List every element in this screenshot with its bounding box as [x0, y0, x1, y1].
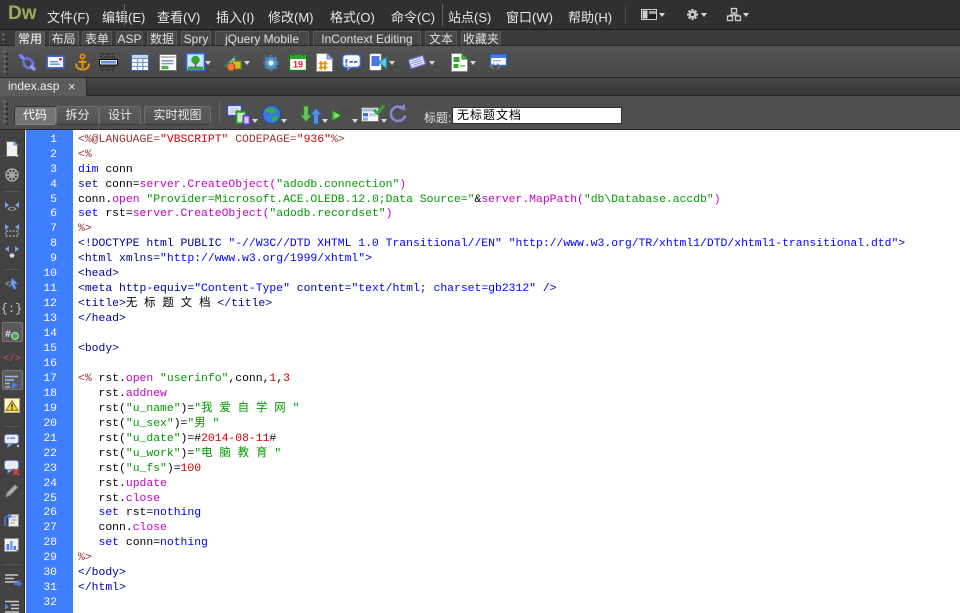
svg-text:19: 19: [293, 60, 303, 70]
svg-text:{:}: {:}: [1, 302, 23, 316]
svg-text:</>: </>: [3, 353, 21, 365]
svg-text:#: #: [5, 330, 11, 341]
svg-text:<>: <>: [7, 206, 17, 215]
